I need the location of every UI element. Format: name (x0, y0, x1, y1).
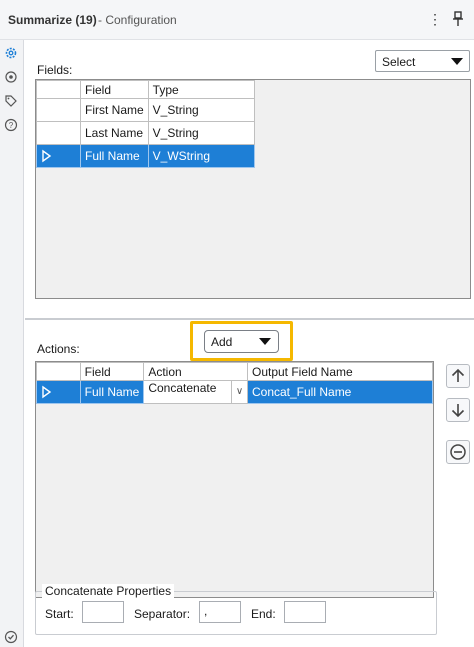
title-bar: Summarize (19) - Configuration ⋮ (0, 0, 474, 40)
check-icon[interactable] (4, 630, 18, 644)
action-combo[interactable]: Concatenate ∨ (143, 380, 248, 404)
column-header-field[interactable]: Field (79, 362, 145, 381)
window-subtitle: - Configuration (98, 13, 177, 27)
row-header[interactable] (36, 144, 81, 168)
add-dropdown[interactable]: Add (204, 330, 279, 353)
output-field-cell[interactable]: Concat_Full Name (246, 380, 434, 404)
row-header[interactable] (36, 121, 81, 145)
table-row-selected[interactable]: Full Name Concatenate ∨ Concat_Full Name (36, 380, 434, 404)
field-cell[interactable]: Last Name (80, 121, 149, 145)
panel-divider[interactable] (25, 318, 474, 320)
column-header-action[interactable]: Action (143, 362, 248, 381)
remove-button[interactable] (446, 440, 470, 464)
actions-grid[interactable]: Field Action Output Field Name Full Name… (35, 361, 434, 598)
column-header-type[interactable]: Type (147, 80, 255, 99)
fields-grid[interactable]: Field Type First Name V_String Last Name… (35, 79, 471, 299)
actions-label: Actions: (37, 342, 80, 356)
add-dropdown-label: Add (211, 335, 233, 349)
type-cell[interactable]: V_WString (147, 144, 255, 168)
window-title: Summarize (19) (8, 13, 97, 27)
fields-label: Fields: (37, 63, 73, 77)
move-down-button[interactable] (446, 398, 470, 422)
end-label: End: (251, 607, 276, 621)
action-field-cell[interactable]: Full Name (79, 380, 145, 404)
row-pointer-icon (42, 385, 52, 399)
chevron-down-icon[interactable]: ∨ (230, 381, 247, 403)
row-header[interactable] (36, 380, 81, 404)
row-pointer-icon (42, 149, 52, 163)
gear-icon[interactable] (4, 46, 18, 60)
type-cell[interactable]: V_String (147, 98, 255, 122)
start-label: Start: (45, 607, 74, 621)
select-dropdown-label: Select (382, 55, 416, 69)
field-cell[interactable]: Full Name (80, 144, 149, 168)
arrow-up-icon (451, 368, 465, 382)
help-icon[interactable]: ? (4, 118, 18, 132)
arrow-down-icon (451, 404, 465, 418)
kebab-menu-icon[interactable]: ⋮ (428, 11, 442, 27)
row-header[interactable] (36, 98, 81, 122)
chevron-down-icon (259, 338, 271, 345)
action-combo-value: Concatenate (148, 381, 217, 395)
start-input[interactable] (82, 601, 124, 623)
chevron-down-icon (451, 58, 463, 65)
field-cell[interactable]: First Name (80, 98, 149, 122)
column-header-field[interactable]: Field (80, 80, 149, 99)
select-dropdown[interactable]: Select (375, 50, 470, 72)
table-row[interactable]: Last Name V_String (36, 121, 255, 145)
svg-text:?: ? (9, 121, 14, 130)
pin-icon[interactable] (451, 11, 465, 27)
minus-circle-icon (450, 444, 466, 460)
row-header-corner (36, 80, 81, 99)
target-icon[interactable] (4, 70, 18, 84)
type-cell[interactable]: V_String (147, 121, 255, 145)
concatenate-properties-legend: Concatenate Properties (42, 584, 175, 598)
separator-label: Separator: (134, 607, 191, 621)
end-input[interactable] (284, 601, 326, 623)
left-rail: ? (0, 40, 24, 647)
separator-input[interactable]: , (199, 601, 241, 623)
row-header-corner (36, 362, 81, 381)
column-header-output[interactable]: Output Field Name (246, 362, 434, 381)
table-row-selected[interactable]: Full Name V_WString (36, 144, 255, 168)
move-up-button[interactable] (446, 364, 470, 388)
table-row[interactable]: First Name V_String (36, 98, 255, 122)
tag-icon[interactable] (4, 94, 18, 108)
